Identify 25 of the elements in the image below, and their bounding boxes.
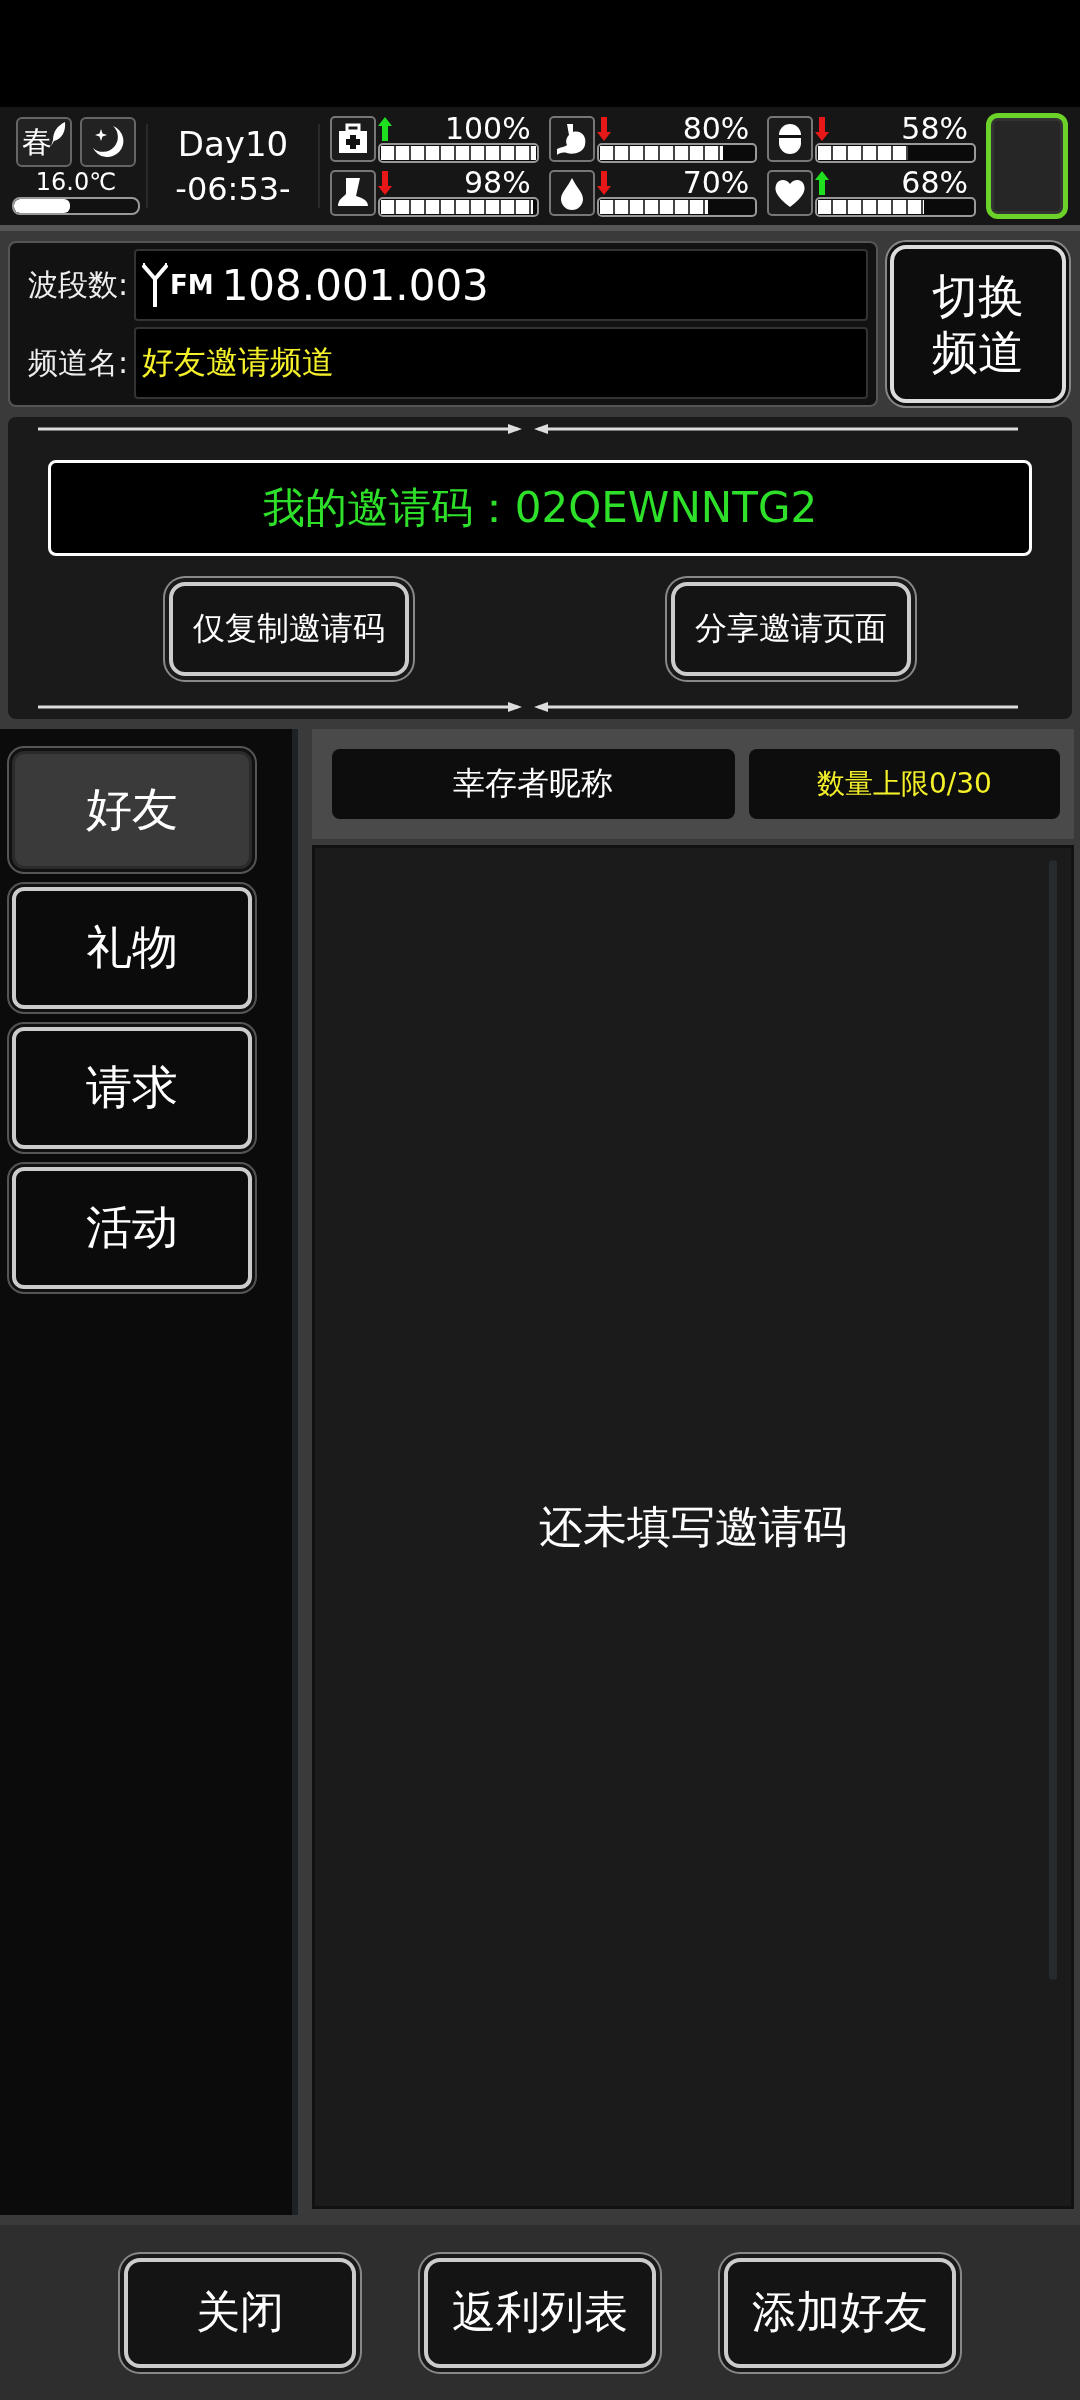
antenna-icon	[142, 263, 168, 307]
band-label: 波段数:	[26, 265, 128, 304]
temperature-text: 16.0℃	[35, 169, 117, 195]
stat-percent: 70%	[682, 169, 751, 197]
divider-arrows-icon	[38, 423, 1018, 435]
medkit-icon	[336, 122, 370, 156]
band-value: 108.001.003	[221, 260, 489, 310]
season-badge: 春	[16, 117, 72, 167]
channel-label: 频道名:	[26, 343, 128, 382]
channel-value: 好友邀请频道	[142, 342, 334, 383]
day-text: Day10	[177, 124, 289, 164]
divider-arrows-icon	[38, 701, 1018, 713]
stat-percent: 68%	[901, 169, 969, 197]
header-cell: 数量上限0/30	[748, 749, 1060, 819]
time-text: -06:53-	[175, 170, 291, 208]
feather-icon	[51, 122, 67, 146]
header-cell: 幸存者昵称	[332, 749, 735, 819]
fm-label: FM	[170, 270, 214, 300]
item-slot[interactable]	[986, 113, 1068, 219]
stat-percent: 58%	[901, 115, 969, 143]
empty-message: 还未填写邀请码	[539, 1499, 847, 1554]
stat-percent: 98%	[463, 169, 532, 197]
stat-percent: 100%	[444, 115, 532, 143]
stat-percent: 80%	[682, 115, 751, 143]
invite-code-text: 我的邀请码：02QEWNNTG2	[262, 482, 818, 535]
